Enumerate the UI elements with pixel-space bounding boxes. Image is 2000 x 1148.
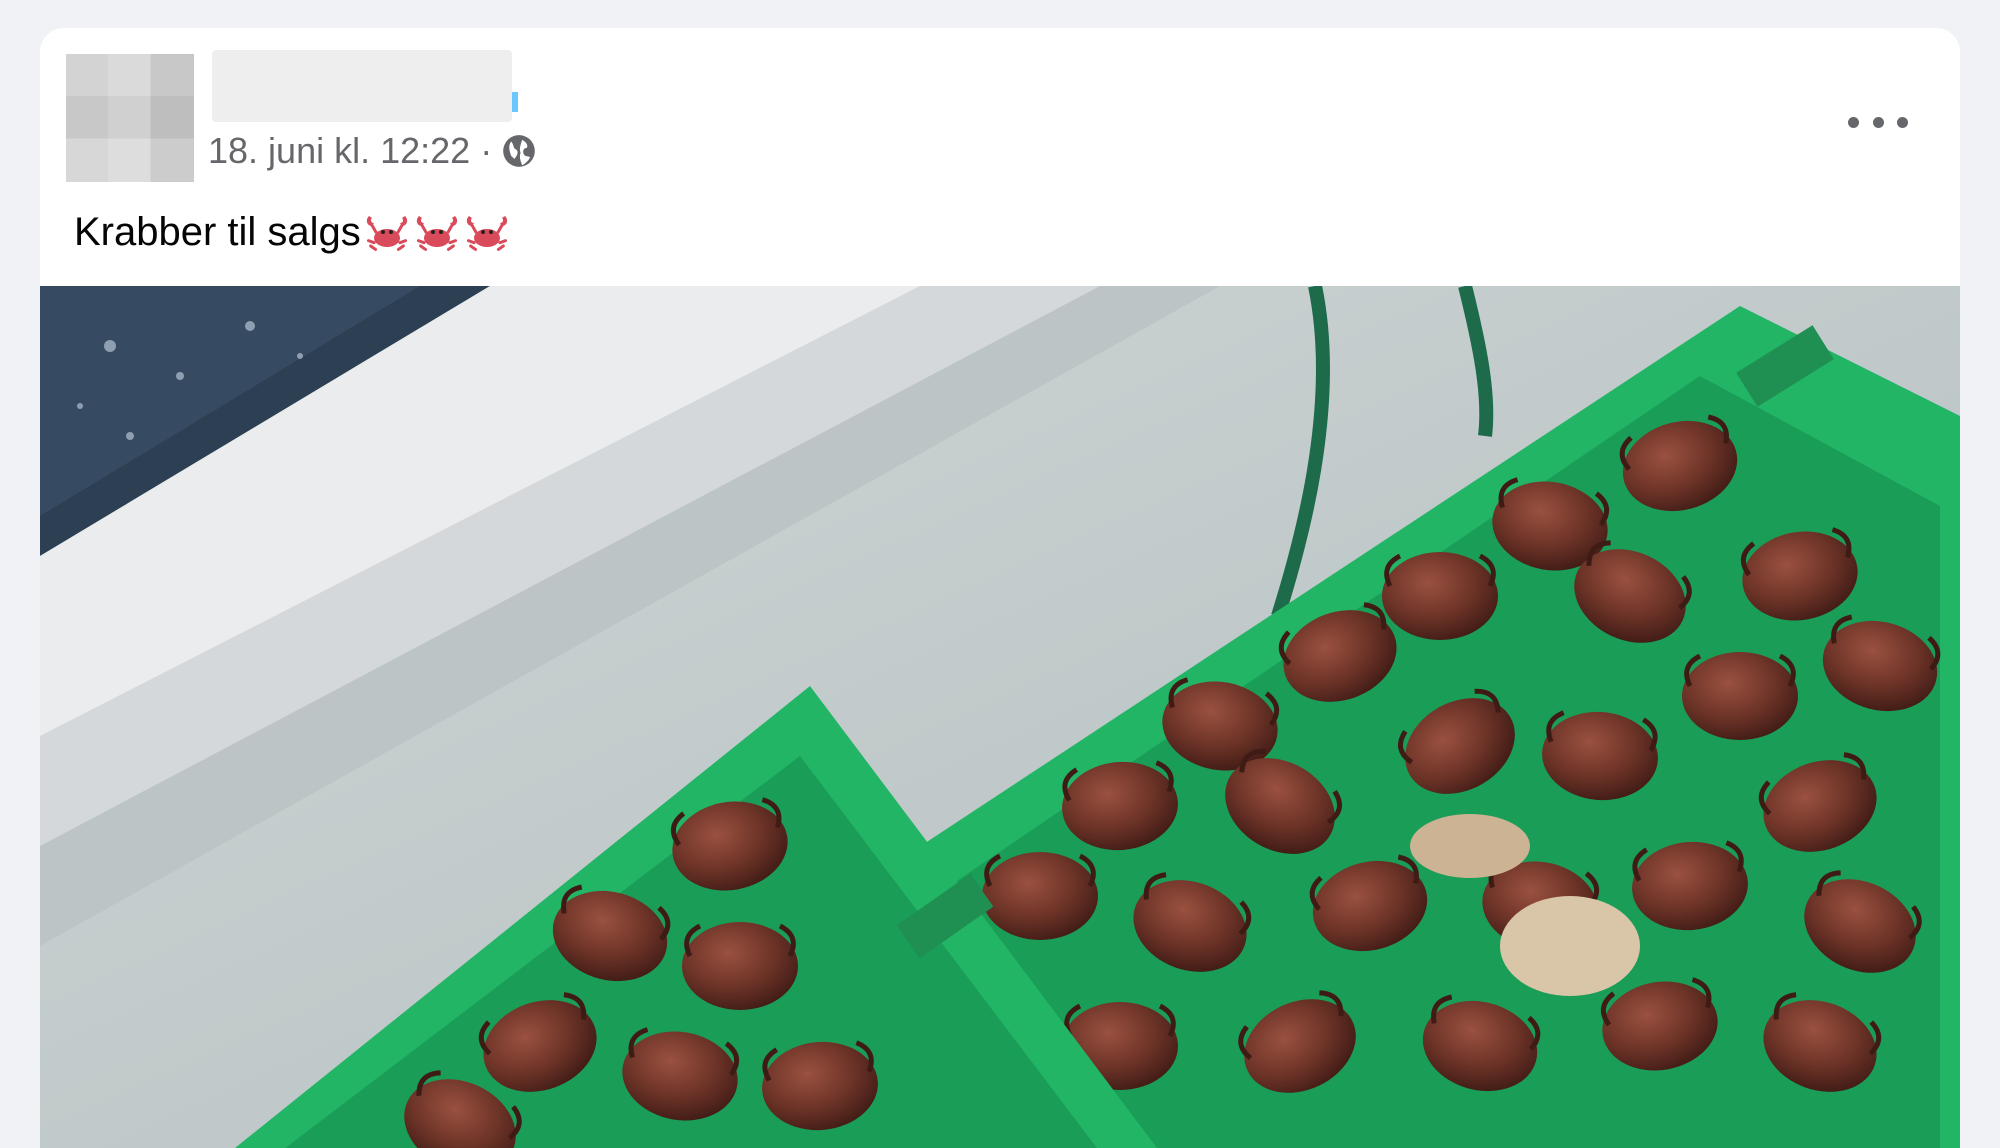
avatar[interactable] bbox=[66, 54, 194, 182]
crab-icon bbox=[466, 216, 507, 251]
post-photo[interactable] bbox=[40, 286, 1960, 1148]
author-name[interactable] bbox=[212, 50, 512, 122]
meta-separator: · bbox=[480, 130, 493, 171]
post-card: 18. juni kl. 12:22 · Krabber til salgs bbox=[40, 28, 1960, 1148]
post-text-content: Krabber til salgs bbox=[74, 210, 361, 254]
crab-icon bbox=[416, 216, 457, 251]
crab-icon bbox=[366, 216, 407, 251]
more-dot bbox=[1872, 116, 1884, 128]
post-text: Krabber til salgs bbox=[74, 204, 511, 260]
post-meta: 18. juni kl. 12:22 · bbox=[208, 126, 538, 176]
more-dot bbox=[1897, 116, 1908, 128]
more-options-icon[interactable] bbox=[1848, 104, 1908, 140]
author-name-blur-edge bbox=[512, 92, 518, 112]
more-dot bbox=[1848, 116, 1859, 128]
post-timestamp[interactable]: 18. juni kl. 12:22 bbox=[208, 126, 470, 176]
globe-icon[interactable] bbox=[500, 132, 538, 170]
